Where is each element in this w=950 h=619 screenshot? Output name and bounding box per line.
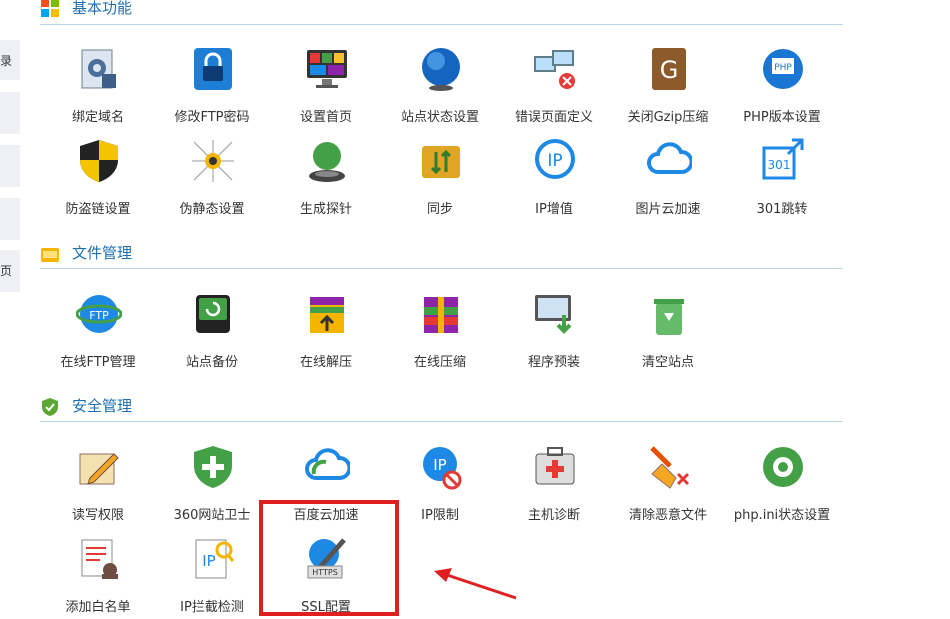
lock-icon [194, 48, 232, 90]
svg-text:PHP: PHP [774, 63, 792, 73]
whitelist-icon [81, 539, 118, 579]
section-security: 安全管理 [40, 397, 843, 422]
sidebar-item-5[interactable]: 页 [0, 250, 20, 292]
php-icon: PHP [763, 49, 803, 89]
svg-text:301: 301 [768, 158, 791, 172]
spider-icon [192, 140, 234, 182]
ip-search-icon: IP [195, 539, 235, 579]
gear-doc-icon [81, 49, 116, 89]
svg-text:FTP: FTP [89, 309, 109, 322]
shield-check-icon [42, 398, 58, 416]
redirect-icon: 301 [762, 138, 804, 180]
sidebar-item-4[interactable] [0, 198, 20, 240]
monitor-icon [307, 50, 347, 88]
tile-online-unzip[interactable]: 在线解压 [271, 291, 381, 371]
tile-ip-limit[interactable]: IP IP限制 [385, 444, 495, 524]
tile-gzip[interactable]: G 关闭Gzip压缩 [613, 46, 723, 126]
tile-image-cloud[interactable]: 图片云加速 [613, 138, 723, 218]
section-title: 基本功能 [72, 0, 133, 17]
tile-probe[interactable]: 生成探针 [271, 138, 381, 218]
medkit-icon [535, 447, 575, 485]
install-icon [535, 295, 572, 334]
section-file: 文件管理 [40, 244, 843, 269]
sync-folder-icon [422, 146, 460, 178]
shield-icon [80, 140, 118, 182]
tile-ip-value[interactable]: IP IP增值 [499, 138, 609, 218]
section-title: 文件管理 [72, 244, 133, 262]
zip-icon [424, 297, 458, 333]
tile-ip-intercept[interactable]: IP IP拦截检测 [157, 536, 267, 616]
tile-rw-permission[interactable]: 读写权限 [43, 444, 153, 524]
tile-site-status[interactable]: 站点状态设置 [385, 46, 495, 126]
svg-text:IP: IP [547, 151, 562, 171]
svg-text:G: G [660, 56, 679, 84]
sidebar-item-1[interactable]: 录 [0, 40, 20, 80]
tile-php-ini[interactable]: php.ini状态设置 [727, 444, 837, 524]
ftp-globe-icon: FTP [76, 295, 122, 333]
section-title: 安全管理 [72, 397, 133, 415]
svg-text:IP: IP [202, 552, 215, 570]
arrow-icon [434, 568, 517, 600]
tile-hotlink[interactable]: 防盗链设置 [43, 138, 153, 218]
tile-clear-site[interactable]: 清空站点 [613, 291, 723, 371]
unzip-icon [310, 297, 344, 333]
tile-set-homepage[interactable]: 设置首页 [271, 46, 381, 126]
sidebar-item-2[interactable] [0, 92, 20, 134]
tile-bind-domain[interactable]: 绑定域名 [43, 46, 153, 126]
tile-ftp-password[interactable]: 修改FTP密码 [157, 46, 267, 126]
tile-whitelist[interactable]: 添加白名单 [43, 536, 153, 616]
tile-php-version[interactable]: PHP PHP版本设置 [727, 46, 837, 126]
ip-block-icon: IP [423, 447, 462, 490]
backup-drive-icon [196, 295, 230, 333]
tile-online-zip[interactable]: 在线压缩 [385, 291, 495, 371]
svg-text:IP: IP [433, 456, 446, 474]
tile-site-backup[interactable]: 站点备份 [157, 291, 267, 371]
gzip-icon: G [652, 48, 686, 90]
network-error-icon [534, 50, 575, 89]
tile-host-diagnose[interactable]: 主机诊断 [499, 444, 609, 524]
ip-icon: IP [535, 139, 575, 179]
cloud-icon [647, 142, 692, 174]
tile-preinstall[interactable]: 程序预装 [499, 291, 609, 371]
broom-icon [650, 446, 690, 489]
tile-online-ftp[interactable]: FTP 在线FTP管理 [43, 291, 153, 371]
baidu-cloud-icon [305, 448, 350, 480]
probe-icon [309, 142, 345, 182]
tile-clean-malware[interactable]: 清除恶意文件 [613, 444, 723, 524]
sidebar-item-3[interactable] [0, 145, 20, 187]
edit-icon [79, 453, 119, 485]
windows-logo-icon [41, 0, 59, 17]
tile-sync[interactable]: 同步 [385, 138, 495, 218]
left-sidebar: 录 页 [0, 0, 22, 619]
globe-icon [422, 48, 460, 91]
tile-rewrite[interactable]: 伪静态设置 [157, 138, 267, 218]
guard-icon [194, 446, 232, 488]
tile-360-guard[interactable]: 360网站卫士 [157, 444, 267, 524]
highlight-box [259, 500, 399, 616]
section-basic: 基本功能 [40, 0, 843, 25]
tile-301-redirect[interactable]: 301 301跳转 [727, 138, 837, 218]
folder-icon [41, 248, 59, 262]
tile-error-page[interactable]: 错误页面定义 [499, 46, 609, 126]
recycle-bin-icon [654, 299, 684, 335]
settings-icon [763, 447, 803, 487]
